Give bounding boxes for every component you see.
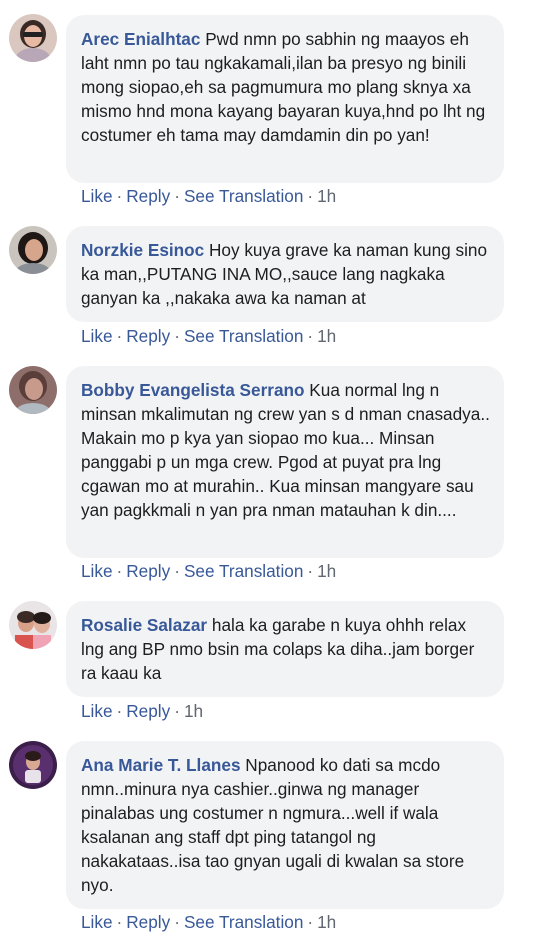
comment-bubble: Arec Enialhtac Pwd nmn po sabhin ng maay… (66, 15, 504, 183)
reply-button[interactable]: Reply (126, 912, 170, 932)
separator: · (307, 326, 314, 346)
comment-author[interactable]: Rosalie Salazar (81, 615, 207, 635)
separator: · (116, 912, 123, 932)
separator: · (116, 561, 123, 581)
separator: · (174, 186, 180, 206)
comment-actions: Like · Reply · See Translation · 1h (81, 185, 336, 207)
comment-bubble: Bobby Evangelista Serrano Kua normal lng… (66, 366, 504, 558)
comment-bubble: Norzkie Esinoc Hoy kuya grave ka naman k… (66, 226, 504, 322)
like-button[interactable]: Like (81, 326, 113, 346)
see-translation-button[interactable]: See Translation (184, 186, 303, 206)
separator: · (307, 912, 314, 932)
separator: · (307, 186, 314, 206)
separator: · (174, 326, 180, 346)
reply-button[interactable]: Reply (126, 561, 170, 581)
like-button[interactable]: Like (81, 912, 113, 932)
reply-button[interactable]: Reply (126, 186, 170, 206)
avatar[interactable] (9, 14, 57, 62)
avatar[interactable] (9, 366, 57, 414)
reply-button[interactable]: Reply (126, 326, 170, 346)
comment-author[interactable]: Ana Marie T. Llanes (81, 755, 241, 775)
separator: · (116, 186, 123, 206)
avatar[interactable] (9, 601, 57, 649)
see-translation-button[interactable]: See Translation (184, 912, 303, 932)
comment-timestamp[interactable]: 1h (317, 186, 336, 206)
reply-button[interactable]: Reply (126, 701, 170, 721)
comment-text: Npanood ko dati sa mcdo nmn..minura nya … (81, 755, 465, 895)
comment-actions: Like · Reply · See Translation · 1h (81, 560, 336, 582)
comment-actions: Like · Reply · See Translation · 1h (81, 911, 336, 933)
separator: · (116, 326, 123, 346)
avatar[interactable] (9, 741, 57, 789)
comment-timestamp[interactable]: 1h (317, 561, 336, 581)
see-translation-button[interactable]: See Translation (184, 326, 303, 346)
comment-author[interactable]: Arec Enialhtac (81, 29, 200, 49)
separator: · (174, 912, 180, 932)
separator: · (307, 561, 314, 581)
separator: · (174, 561, 180, 581)
avatar[interactable] (9, 226, 57, 274)
like-button[interactable]: Like (81, 186, 113, 206)
comment-timestamp[interactable]: 1h (184, 701, 203, 721)
comment-bubble: Ana Marie T. Llanes Npanood ko dati sa m… (66, 741, 504, 909)
like-button[interactable]: Like (81, 561, 113, 581)
comment-actions: Like · Reply · 1h (81, 700, 203, 722)
separator: · (174, 701, 180, 721)
see-translation-button[interactable]: See Translation (184, 561, 303, 581)
comment-text: Kua normal lng n minsan mkalimutan ng cr… (81, 380, 490, 520)
comment-bubble: Rosalie Salazar hala ka garabe n kuya oh… (66, 601, 504, 697)
comment-author[interactable]: Bobby Evangelista Serrano (81, 380, 305, 400)
comment-actions: Like · Reply · See Translation · 1h (81, 325, 336, 347)
like-button[interactable]: Like (81, 701, 113, 721)
comment-timestamp[interactable]: 1h (317, 912, 336, 932)
comment-author[interactable]: Norzkie Esinoc (81, 240, 204, 260)
separator: · (116, 701, 123, 721)
comment-timestamp[interactable]: 1h (317, 326, 336, 346)
